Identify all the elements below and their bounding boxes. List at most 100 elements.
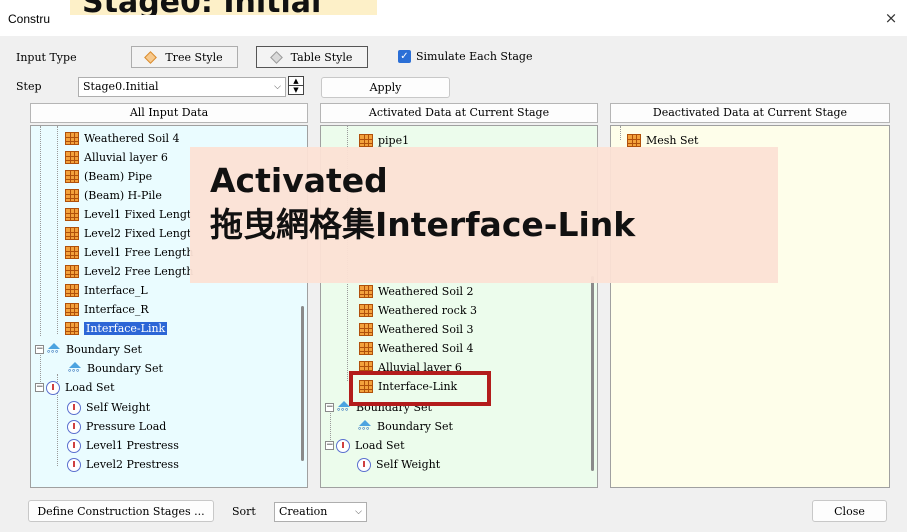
tree-item-label: Weathered Soil 4 bbox=[378, 342, 474, 355]
mesh-set-icon bbox=[65, 170, 79, 183]
load-set-group[interactable]: Load Set bbox=[46, 378, 115, 397]
tree-item-label: Level1 Prestress bbox=[86, 439, 179, 452]
collapse-icon[interactable]: − bbox=[325, 441, 334, 450]
boundary-set-group[interactable]: Boundary Set bbox=[46, 340, 142, 359]
tree-item[interactable]: Level2 Free Length bbox=[65, 262, 193, 281]
tree-item-label: pipe1 bbox=[378, 134, 410, 147]
apply-button[interactable]: Apply bbox=[321, 77, 450, 98]
tree-item-label: Weathered Soil 3 bbox=[378, 323, 474, 336]
tree-style-label: Tree Style bbox=[165, 50, 223, 64]
load-icon bbox=[67, 438, 81, 453]
mesh-set-icon bbox=[359, 342, 373, 355]
step-label: Step bbox=[16, 80, 42, 93]
tree-item[interactable]: Weathered Soil 3 bbox=[359, 320, 474, 339]
mesh-set-icon bbox=[65, 132, 79, 145]
tree-item[interactable]: Interface_L bbox=[65, 281, 148, 300]
load-icon bbox=[336, 438, 350, 453]
mesh-set-icon bbox=[65, 227, 79, 240]
tree-item[interactable]: Level2 Fixed Lengt bbox=[65, 224, 191, 243]
tree-item-label: Alluvial layer 6 bbox=[84, 151, 168, 164]
tree-item-label: Level2 Prestress bbox=[86, 458, 179, 471]
step-value: Stage0.Initial bbox=[83, 80, 159, 93]
tree-item[interactable]: (Beam) H-Pile bbox=[65, 186, 162, 205]
construction-stage-dialog: Constru × Input Type Tree Style Table St… bbox=[0, 0, 907, 532]
deactivated-data-header: Deactivated Data at Current Stage bbox=[610, 103, 890, 123]
tree-item-label: Boundary Set bbox=[377, 420, 453, 433]
spinner-down-icon[interactable]: ▼ bbox=[289, 86, 303, 95]
tree-item[interactable]: Alluvial layer 6 bbox=[65, 148, 168, 167]
tree-item-label: Boundary Set bbox=[66, 343, 142, 356]
tree-item-label: Level1 Free Length bbox=[84, 246, 194, 259]
tree-item[interactable]: Self Weight bbox=[357, 455, 440, 474]
boundary-icon bbox=[67, 362, 83, 375]
boundary-icon bbox=[357, 420, 373, 433]
tree-item[interactable]: Weathered rock 3 bbox=[359, 301, 477, 320]
close-icon[interactable]: × bbox=[881, 8, 901, 28]
highlight-box bbox=[349, 371, 491, 406]
load-icon bbox=[67, 457, 81, 472]
mesh-set-icon bbox=[627, 134, 641, 147]
close-button[interactable]: Close bbox=[812, 500, 887, 522]
collapse-icon[interactable]: − bbox=[325, 403, 334, 412]
tree-item[interactable]: Weathered Soil 2 bbox=[359, 282, 474, 301]
tree-line bbox=[620, 126, 621, 140]
load-set-group[interactable]: Load Set bbox=[336, 436, 405, 455]
spinner-up-icon[interactable]: ▲ bbox=[289, 77, 303, 86]
scrollbar[interactable] bbox=[301, 306, 304, 461]
step-spinner[interactable]: ▲ ▼ bbox=[288, 76, 304, 95]
stage-banner-text: Stage0: Initial bbox=[82, 0, 321, 15]
collapse-icon[interactable]: − bbox=[35, 383, 44, 392]
tree-item[interactable]: Self Weight bbox=[67, 398, 150, 417]
load-icon bbox=[357, 457, 371, 472]
activated-data-header: Activated Data at Current Stage bbox=[320, 103, 598, 123]
load-icon bbox=[67, 400, 81, 415]
tree-item-label: Pressure Load bbox=[86, 420, 167, 433]
tree-item[interactable]: Level1 Fixed Lengt bbox=[65, 205, 191, 224]
boundary-icon bbox=[46, 343, 62, 356]
tree-item-selected[interactable]: Interface-Link bbox=[65, 319, 168, 338]
load-icon bbox=[67, 419, 81, 434]
tree-item-label: Interface_R bbox=[84, 303, 149, 316]
define-construction-stages-button[interactable]: Define Construction Stages ... bbox=[28, 500, 214, 522]
tree-line bbox=[40, 351, 41, 386]
tree-item-label: Load Set bbox=[65, 381, 115, 394]
tree-item-label: Self Weight bbox=[86, 401, 151, 414]
collapse-icon[interactable]: − bbox=[35, 345, 44, 354]
tree-style-button[interactable]: Tree Style bbox=[131, 46, 238, 68]
tree-item-label: Weathered Soil 4 bbox=[84, 132, 180, 145]
tree-item-label: (Beam) Pipe bbox=[84, 170, 153, 183]
step-select[interactable]: Stage0.Initial ⌵ bbox=[78, 77, 286, 97]
tree-item[interactable]: Pressure Load bbox=[67, 417, 166, 436]
tree-item-label: Level1 Fixed Lengt bbox=[84, 208, 192, 221]
tree-line bbox=[57, 126, 58, 334]
tree-item-label: Load Set bbox=[355, 439, 405, 452]
tree-item-label: Self Weight bbox=[376, 458, 441, 471]
tree-item-label: Boundary Set bbox=[87, 362, 163, 375]
tree-item[interactable]: Level1 Free Length bbox=[65, 243, 193, 262]
window-title: Constru bbox=[8, 12, 51, 26]
simulate-label: Simulate Each Stage bbox=[416, 50, 533, 63]
mesh-set-icon bbox=[359, 285, 373, 298]
mesh-set-icon bbox=[359, 323, 373, 336]
tree-item[interactable]: Boundary Set bbox=[357, 417, 453, 436]
scrollbar[interactable] bbox=[591, 276, 594, 471]
stage-banner: Stage0: Initial bbox=[70, 0, 377, 15]
sort-select[interactable]: Creation ⌵ bbox=[274, 502, 367, 522]
tree-item-label: Interface_L bbox=[84, 284, 148, 297]
mesh-set-icon bbox=[65, 303, 79, 316]
tree-item[interactable]: Interface_R bbox=[65, 300, 149, 319]
tree-item[interactable]: Level2 Prestress bbox=[67, 455, 179, 474]
simulate-checkbox[interactable]: ✓ bbox=[398, 50, 411, 63]
tree-item[interactable]: Level1 Prestress bbox=[67, 436, 179, 455]
tree-item[interactable]: Weathered Soil 4 bbox=[359, 339, 474, 358]
tree-item-label: Level2 Fixed Lengt bbox=[84, 227, 192, 240]
tree-item[interactable]: Weathered Soil 4 bbox=[65, 129, 180, 148]
tree-item[interactable]: Boundary Set bbox=[67, 359, 163, 378]
table-style-button[interactable]: Table Style bbox=[256, 46, 368, 68]
table-style-label: Table Style bbox=[290, 50, 353, 64]
input-type-label: Input Type bbox=[16, 51, 77, 64]
tree-item-label: Weathered rock 3 bbox=[378, 304, 477, 317]
mesh-set-icon bbox=[359, 304, 373, 317]
tree-item[interactable]: (Beam) Pipe bbox=[65, 167, 152, 186]
sort-label: Sort bbox=[232, 505, 256, 518]
